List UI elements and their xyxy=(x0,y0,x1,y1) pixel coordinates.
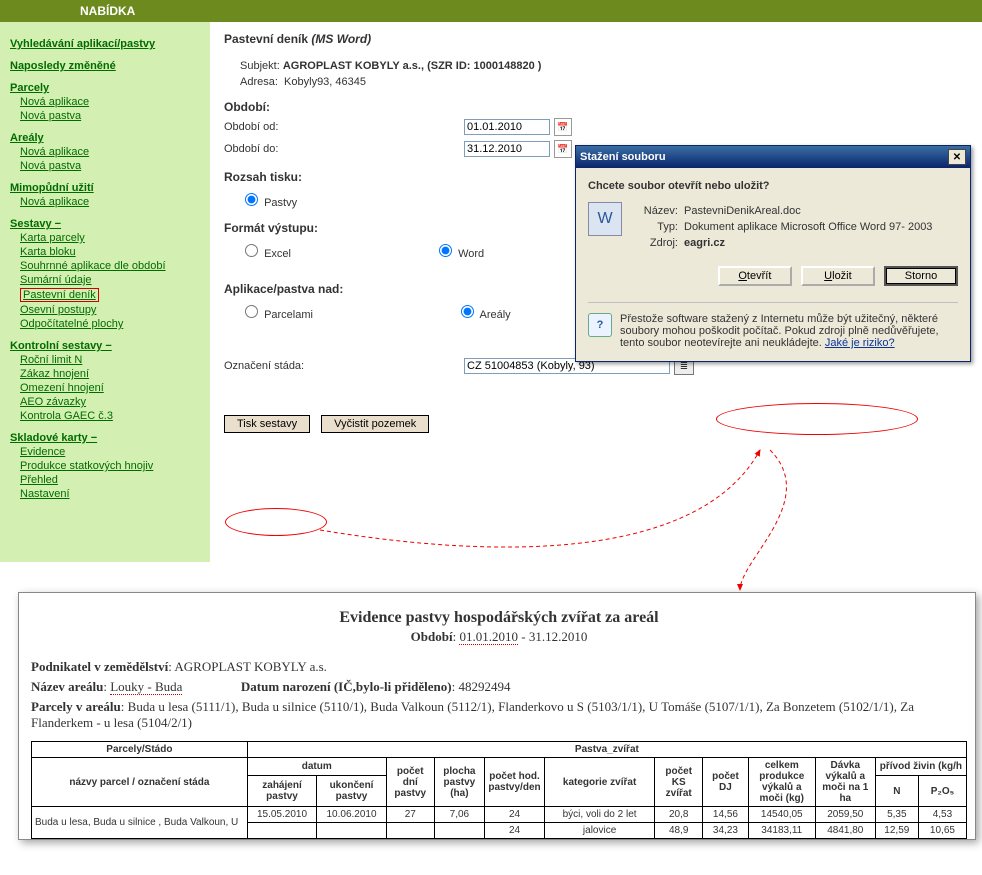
period-head: Období: xyxy=(224,100,978,114)
nav-kontrolni-1[interactable]: Zákaz hnojení xyxy=(20,368,204,380)
apnad-arealy[interactable]: Areály xyxy=(456,309,511,321)
subject-value: AGROPLAST KOBYLY a.s., (SZR ID: 10001488… xyxy=(283,60,542,72)
doc-period-to: 31.12.2010 xyxy=(529,629,588,644)
nav-sklad-3[interactable]: Nastavení xyxy=(20,488,204,500)
nav-sestavy-1[interactable]: Karta bloku xyxy=(20,246,204,258)
open-button[interactable]: Otevřít xyxy=(718,266,792,286)
apnad-areal-radio[interactable] xyxy=(461,305,474,318)
menu-title: NABÍDKA xyxy=(80,4,135,18)
word-doc-icon: W xyxy=(588,202,622,236)
doc-areal: Louky - Buda xyxy=(110,679,182,695)
address-label: Adresa: xyxy=(240,76,278,88)
nav-sklad-1[interactable]: Produkce statkových hnojiv xyxy=(20,460,204,472)
dialog-question: Chcete soubor otevřít nebo uložit? xyxy=(588,180,958,192)
nav-sklad[interactable]: Skladové karty − xyxy=(10,432,97,444)
nav-parcely-newapp[interactable]: Nová aplikace xyxy=(20,96,204,108)
nav-sestavy-3[interactable]: Sumární údaje xyxy=(20,274,204,286)
nav-sklad-0[interactable]: Evidence xyxy=(20,446,204,458)
vycistit-pozemek-button[interactable]: Vyčistit pozemek xyxy=(321,415,429,433)
nav-kontrolni-0[interactable]: Roční limit N xyxy=(20,354,204,366)
doc-parcely: Buda u lesa (5111/1), Buda u silnice (51… xyxy=(31,699,914,730)
risk-link[interactable]: Jaké je riziko? xyxy=(825,337,895,349)
page-title-suffix: (MS Word) xyxy=(311,32,371,46)
rozsah-pastvy-radio[interactable] xyxy=(245,193,258,206)
nav-sestavy-pastevni-denik[interactable]: Pastevní deník xyxy=(20,288,99,302)
doc-title: Evidence pastvy hospodářských zvířat za … xyxy=(31,609,967,627)
period-from-input[interactable] xyxy=(464,119,550,135)
page-title: Pastevní deník xyxy=(224,32,308,46)
nav-sestavy[interactable]: Sestavy − xyxy=(10,218,61,230)
doc-table: Parcely/Stádo Pastva_zvířat názvy parcel… xyxy=(31,741,967,839)
nav-mimop-newapp[interactable]: Nová aplikace xyxy=(20,196,204,208)
calendar-icon[interactable]: 📅 xyxy=(554,118,572,136)
nav-recent[interactable]: Naposledy změněné xyxy=(10,60,116,72)
sidebar: Vyhledávání aplikací/pastvy Naposledy zm… xyxy=(0,22,210,562)
apnad-parc-radio[interactable] xyxy=(245,305,258,318)
nav-kontrolni[interactable]: Kontrolní sestavy − xyxy=(10,340,112,352)
nav-arealy-newpast[interactable]: Nová pastva xyxy=(20,160,204,172)
nav-arealy[interactable]: Areály xyxy=(10,132,44,144)
calendar-icon[interactable]: 📅 xyxy=(554,140,572,158)
apnad-parcelami[interactable]: Parcelami xyxy=(240,309,313,321)
nav-search[interactable]: Vyhledávání aplikací/pastvy xyxy=(10,38,155,50)
cancel-button[interactable]: Storno xyxy=(884,266,958,286)
format-excel-radio[interactable] xyxy=(245,244,258,257)
warning-icon: ? xyxy=(588,313,612,337)
file-name: PastevniDenikAreal.doc xyxy=(684,204,936,218)
file-source: eagri.cz xyxy=(684,236,936,250)
table-row: Buda u lesa, Buda u silnice , Buda Valko… xyxy=(32,807,967,823)
document-preview: Evidence pastvy hospodářských zvířat za … xyxy=(18,592,976,840)
tisk-sestavy-button[interactable]: Tisk sestavy xyxy=(224,415,310,433)
period-from-label: Období od: xyxy=(224,121,334,133)
nav-sestavy-0[interactable]: Karta parcely xyxy=(20,232,204,244)
nav-sestavy-2[interactable]: Souhrnné aplikace dle období xyxy=(20,260,204,272)
format-word-radio[interactable] xyxy=(439,244,452,257)
period-to-label: Období do: xyxy=(224,143,334,155)
doc-period-from: 01.01.2010 xyxy=(459,629,518,645)
nav-sestavy-5[interactable]: Osevní postupy xyxy=(20,304,204,316)
subject-label: Subjekt: xyxy=(240,60,280,72)
dialog-info-table: Název:PastevniDenikAreal.doc Typ:Dokumen… xyxy=(632,202,938,252)
format-excel[interactable]: Excel xyxy=(240,248,291,260)
download-dialog: Stažení souboru ✕ Chcete soubor otevřít … xyxy=(575,145,971,362)
nav-sestavy-6[interactable]: Odpočítatelné plochy xyxy=(20,318,204,330)
save-button[interactable]: Uložit xyxy=(801,266,875,286)
dialog-title: Stažení souboru xyxy=(580,151,666,163)
stado-label: Označení stáda: xyxy=(224,360,464,372)
file-type: Dokument aplikace Microsoft Office Word … xyxy=(684,220,936,234)
doc-ic: 48292494 xyxy=(458,679,510,694)
nav-sklad-2[interactable]: Přehled xyxy=(20,474,204,486)
nav-parcely-newpast[interactable]: Nová pastva xyxy=(20,110,204,122)
warning-text: Přestože software stažený z Internetu mů… xyxy=(620,313,958,349)
period-to-input[interactable] xyxy=(464,141,550,157)
nav-kontrolni-4[interactable]: Kontrola GAEC č.3 xyxy=(20,410,204,422)
doc-podnikatel: AGROPLAST KOBYLY a.s. xyxy=(174,659,327,674)
address-value: Kobyly93, 46345 xyxy=(284,76,366,88)
nav-mimop[interactable]: Mimopůdní užití xyxy=(10,182,94,194)
nav-kontrolni-2[interactable]: Omezení hnojení xyxy=(20,382,204,394)
nav-arealy-newapp[interactable]: Nová aplikace xyxy=(20,146,204,158)
nav-kontrolni-3[interactable]: AEO závazky xyxy=(20,396,204,408)
close-icon[interactable]: ✕ xyxy=(948,149,966,165)
format-word[interactable]: Word xyxy=(434,248,484,260)
nav-parcely[interactable]: Parcely xyxy=(10,82,49,94)
rozsah-pastvy[interactable]: Pastvy xyxy=(240,197,297,209)
